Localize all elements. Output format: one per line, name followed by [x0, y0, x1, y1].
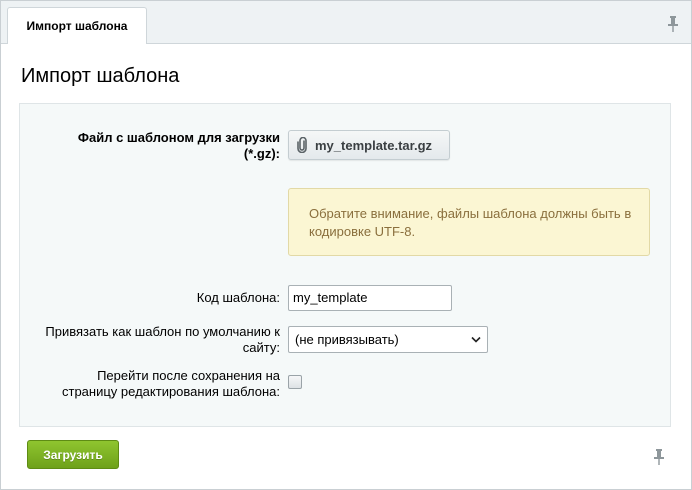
- redirect-label: Перейти после сохранения на страницу ред…: [62, 368, 280, 399]
- tab-bar: Импорт шаблона: [1, 1, 691, 44]
- window-frame: Импорт шаблона Импорт шаблона Файл с шаб…: [0, 0, 692, 490]
- template-code-label: Код шаблона:: [196, 290, 280, 305]
- file-label: Файл с шаблоном для загрузки (*.gz):: [77, 130, 280, 161]
- tab-import-template[interactable]: Импорт шаблона: [7, 7, 147, 44]
- bind-site-label: Привязать как шаблон по умолчанию к сайт…: [45, 324, 280, 355]
- chevron-down-icon: [471, 336, 481, 343]
- page-title: Импорт шаблона: [21, 65, 180, 87]
- encoding-notice: Обратите внимание, файлы шаблона должны …: [288, 188, 650, 256]
- redirect-checkbox[interactable]: [288, 375, 302, 389]
- file-name: my_template.tar.gz: [315, 137, 433, 153]
- file-upload-button[interactable]: my_template.tar.gz: [288, 130, 450, 160]
- pin-icon[interactable]: [667, 15, 679, 33]
- bind-site-selected-value: (не привязывать): [295, 332, 399, 347]
- template-code-input[interactable]: my_template: [288, 285, 452, 311]
- bind-site-select[interactable]: (не привязывать): [288, 326, 488, 353]
- import-form-panel: Файл с шаблоном для загрузки (*.gz): my_…: [19, 103, 671, 427]
- pin-icon[interactable]: [653, 448, 665, 466]
- upload-button[interactable]: Загрузить: [27, 440, 119, 469]
- paperclip-icon: [297, 137, 307, 153]
